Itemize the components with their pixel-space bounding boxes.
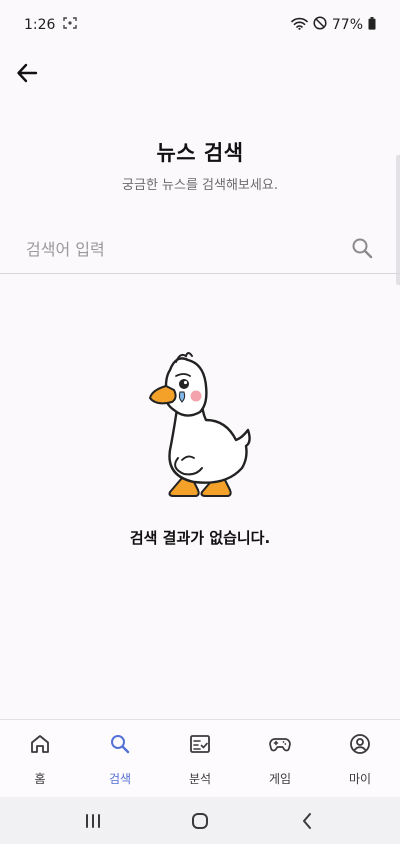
profile-icon [350, 734, 370, 754]
empty-state-message: 검색 결과가 없습니다. [129, 529, 271, 547]
battery-percent: 77% [331, 17, 363, 33]
status-left: 1:26 [24, 17, 78, 33]
status-time: 1:26 [24, 17, 56, 33]
chevron-left-icon [302, 812, 311, 829]
recent-apps-button[interactable] [73, 806, 113, 836]
battery-icon [368, 16, 376, 34]
search-button[interactable] [348, 234, 376, 262]
nav-item-game[interactable]: 게임 [240, 720, 320, 798]
status-right: 77% [291, 16, 376, 34]
nav-label-game: 게임 [268, 772, 292, 786]
home-circle-icon [191, 812, 208, 829]
search-icon [352, 238, 373, 259]
do-not-disturb-icon [313, 16, 327, 34]
nav-item-my[interactable]: 마이 [320, 720, 400, 798]
system-back-button[interactable] [287, 806, 327, 836]
duck-mascot-illustration [149, 352, 251, 497]
system-navigation-bar [0, 797, 400, 844]
status-bar: 1:26 77% [0, 0, 400, 50]
page-title: 뉴스 검색 [156, 141, 244, 165]
search-bar [0, 222, 400, 274]
nav-label-home: 홈 [34, 772, 46, 786]
recent-apps-icon [86, 813, 101, 828]
page-subtitle: 궁금한 뉴스를 검색해보세요. [122, 178, 278, 193]
search-icon [111, 735, 130, 754]
nav-item-analysis[interactable]: 분석 [160, 720, 240, 798]
nav-label-analysis: 분석 [188, 772, 212, 786]
nav-item-search[interactable]: 검색 [80, 720, 160, 798]
gamepad-icon [269, 738, 291, 752]
nav-label-my: 마이 [348, 772, 372, 786]
back-button[interactable] [10, 56, 44, 90]
analysis-icon [190, 735, 210, 753]
bottom-navigation: 홈 검색 분석 게임 마이 [0, 719, 400, 798]
wifi-icon [291, 17, 308, 34]
arrow-left-icon [17, 63, 38, 83]
search-input[interactable] [24, 230, 338, 268]
home-button[interactable] [180, 806, 220, 836]
nav-item-home[interactable]: 홈 [0, 720, 80, 798]
home-icon [31, 735, 49, 753]
nav-label-search: 검색 [108, 772, 132, 786]
screenshot-indicator-icon [63, 17, 78, 33]
